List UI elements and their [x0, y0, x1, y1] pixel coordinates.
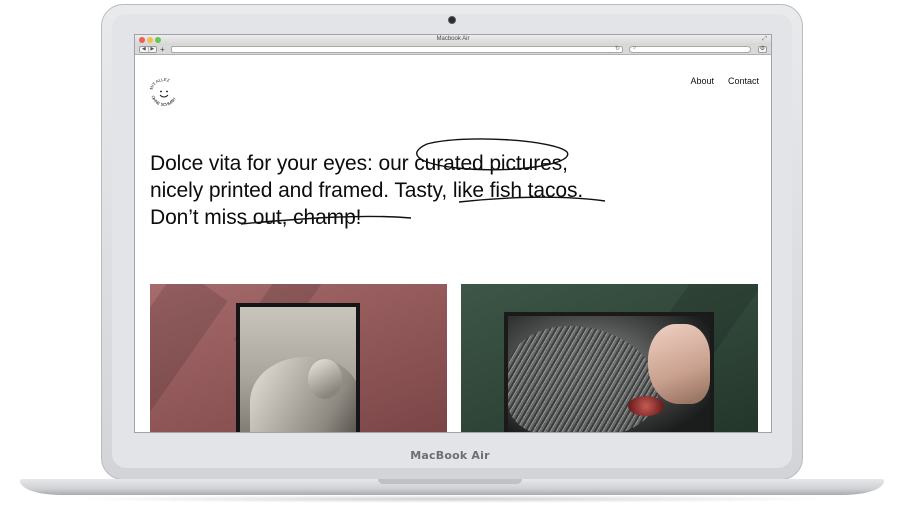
- framed-portrait-photo: [236, 303, 360, 432]
- headline-line-3: Don’t miss out, champ!: [150, 206, 362, 229]
- camera-icon: [448, 16, 456, 24]
- gear-icon[interactable]: ⚙: [758, 46, 767, 53]
- reload-icon[interactable]: ↻: [615, 45, 620, 52]
- back-button[interactable]: ◀: [140, 47, 148, 52]
- laptop-brand-label: MacBook Air: [410, 449, 490, 462]
- logo-text-top: MIT ALLEZ: [149, 77, 171, 90]
- main-nav: About Contact: [690, 76, 759, 86]
- add-tab-button[interactable]: +: [160, 45, 165, 54]
- product-tile-portrait[interactable]: [150, 284, 447, 432]
- laptop-base-notch: [378, 479, 522, 484]
- browser-toolbar: ◀ ▶ + ↻ ⌕ ⚙: [135, 45, 771, 55]
- nav-contact[interactable]: Contact: [728, 76, 759, 86]
- browser-window: Macbook Air ⤢ ◀ ▶ + ↻ ⌕ ⚙ MIT ALLEZ OHNE…: [134, 34, 772, 433]
- laptop-shadow: [60, 495, 844, 503]
- site-logo[interactable]: MIT ALLEZ OHNE SCHMÄH: [147, 76, 181, 110]
- browser-titlebar: Macbook Air ⤢: [135, 35, 771, 45]
- page-headline: Dolce vita for your eyes: our curated pi…: [150, 150, 750, 231]
- product-tile-dog[interactable]: [461, 284, 758, 432]
- window-title: Macbook Air: [436, 36, 470, 42]
- headline-line-2: nicely printed and framed. Tasty, like f…: [150, 179, 584, 202]
- history-buttons: ◀ ▶: [139, 46, 157, 53]
- web-page: MIT ALLEZ OHNE SCHMÄH About Contact Dolc…: [135, 56, 771, 432]
- search-icon: ⌕: [633, 45, 637, 51]
- headline-line-1: Dolce vita for your eyes: our curated pi…: [150, 152, 568, 175]
- forward-button[interactable]: ▶: [147, 47, 157, 52]
- nav-about[interactable]: About: [690, 76, 714, 86]
- address-bar[interactable]: ↻: [171, 46, 623, 53]
- framed-dog-photo: [504, 312, 714, 432]
- fullscreen-icon[interactable]: ⤢: [762, 36, 767, 43]
- search-field[interactable]: ⌕: [629, 45, 751, 53]
